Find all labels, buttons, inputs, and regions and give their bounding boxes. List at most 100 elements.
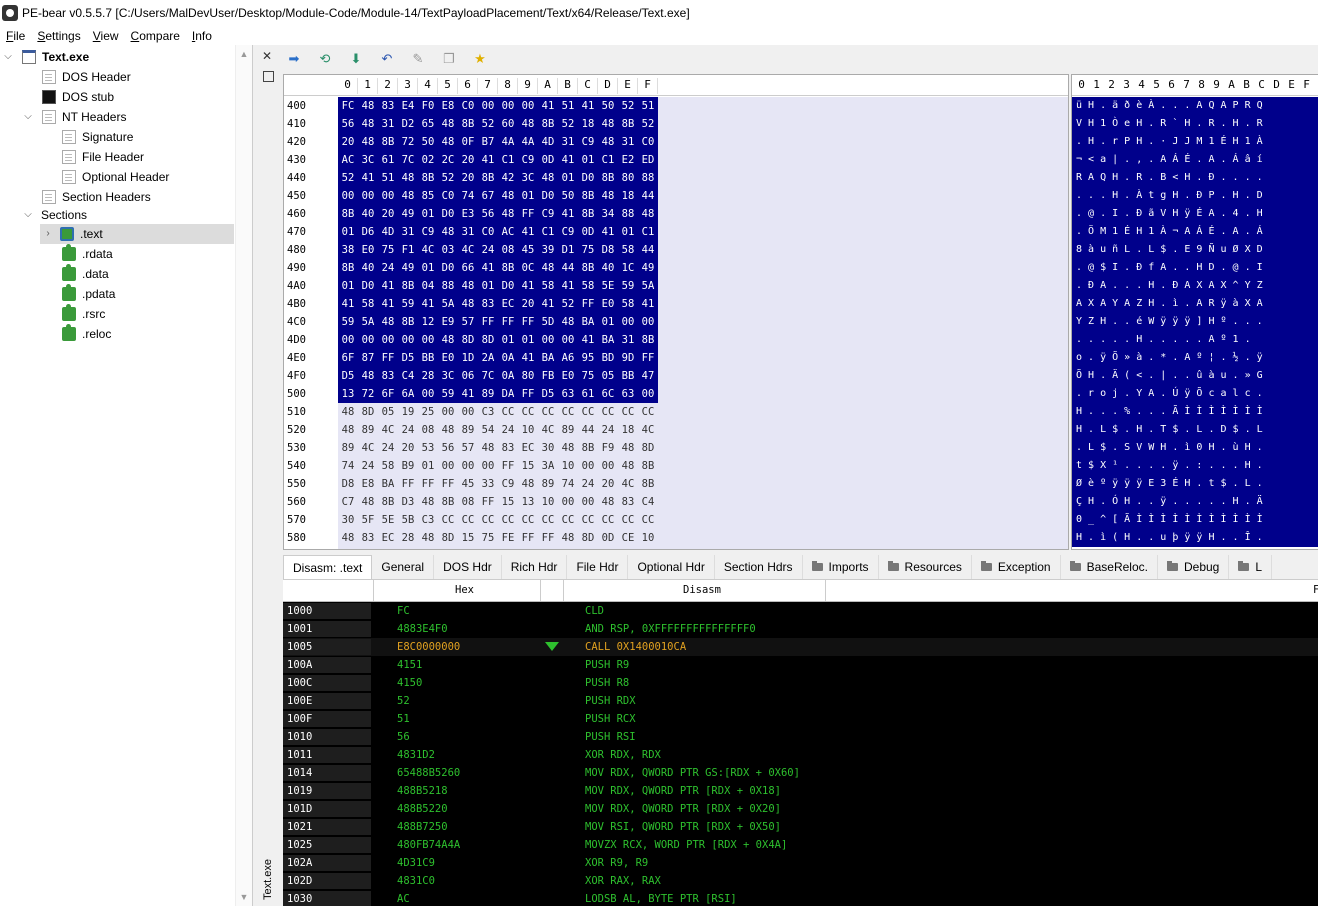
close-icon[interactable]: ✕ bbox=[262, 49, 272, 63]
hex-byte[interactable]: 83 bbox=[378, 367, 398, 385]
hex-byte[interactable]: 45 bbox=[518, 241, 538, 259]
hex-byte[interactable]: 6F bbox=[338, 349, 358, 367]
hex-byte[interactable]: 52 bbox=[558, 115, 578, 133]
hex-byte[interactable]: 8D bbox=[358, 403, 378, 421]
hex-byte[interactable]: 8D bbox=[438, 529, 458, 547]
ascii-row[interactable]: . Ö M 1 É H 1 À ¬ A Á É . A . Á bbox=[1072, 223, 1318, 241]
disasm-view[interactable]: Hex Disasm F 1000 FC CLD 1001 4883E4F0 AND RS… bbox=[283, 580, 1318, 906]
hex-byte[interactable]: CC bbox=[438, 511, 458, 529]
hex-byte[interactable]: 48 bbox=[498, 205, 518, 223]
hex-byte[interactable]: 18 bbox=[618, 187, 638, 205]
hex-row[interactable]: 4E0 6F 87 FF D5 BB E0 1D 2A 0A 41 BA A6 95 BD 9D FF bbox=[284, 349, 1068, 367]
tab-resources[interactable]: Resources bbox=[879, 555, 972, 579]
hex-byte[interactable]: 58 bbox=[618, 241, 638, 259]
scroll-down-icon[interactable]: ▼ bbox=[239, 892, 249, 902]
hex-byte[interactable]: 48 bbox=[358, 115, 378, 133]
hex-byte[interactable]: C1 bbox=[638, 223, 658, 241]
hex-byte[interactable]: 8B bbox=[538, 115, 558, 133]
hex-byte[interactable]: 8B bbox=[618, 115, 638, 133]
disasm-row[interactable]: 100E 52 PUSH RDX bbox=[283, 692, 1318, 710]
tab-dos-hdr[interactable]: DOS Hdr bbox=[434, 555, 502, 579]
hex-byte[interactable]: 58 bbox=[358, 295, 378, 313]
hex-byte[interactable]: CC bbox=[618, 511, 638, 529]
hex-byte[interactable]: 50 bbox=[558, 187, 578, 205]
hex-byte[interactable]: C0 bbox=[478, 223, 498, 241]
hex-row[interactable]: 430 AC 3C 61 7C 02 2C 20 41 C1 C9 0D 41 01 C1 E2 ED bbox=[284, 151, 1068, 169]
tab-optional-hdr[interactable]: Optional Hdr bbox=[628, 555, 715, 579]
hex-byte[interactable]: 7C bbox=[478, 367, 498, 385]
hex-byte[interactable]: 00 bbox=[358, 331, 378, 349]
hex-byte[interactable]: 8B bbox=[338, 205, 358, 223]
hex-byte[interactable]: 4A bbox=[498, 133, 518, 151]
hex-byte[interactable]: 00 bbox=[338, 187, 358, 205]
tree-section-rdata[interactable]: .rdata bbox=[62, 244, 113, 264]
hex-byte[interactable]: 52 bbox=[558, 295, 578, 313]
ascii-row[interactable]: o . ÿ Õ » à . * . A º ¦ . ½ . ÿ bbox=[1072, 349, 1318, 367]
hex-byte[interactable]: 61 bbox=[578, 385, 598, 403]
ascii-view[interactable]: 0123456789ABCDEF ü H . ä ð è À . . . A Q… bbox=[1071, 74, 1318, 550]
hex-byte[interactable]: 4D bbox=[378, 223, 398, 241]
disasm-row[interactable]: 1014 65488B5260 MOV RDX, QWORD PTR GS:[RDX… bbox=[283, 764, 1318, 782]
tree-item-dos-header[interactable]: DOS Header bbox=[42, 67, 131, 87]
hex-byte[interactable]: 41 bbox=[458, 385, 478, 403]
hex-byte[interactable]: D2 bbox=[398, 115, 418, 133]
hex-byte[interactable]: F1 bbox=[398, 241, 418, 259]
hex-byte[interactable]: 12 bbox=[418, 313, 438, 331]
hex-byte[interactable]: D0 bbox=[438, 259, 458, 277]
hex-byte[interactable]: 13 bbox=[518, 493, 538, 511]
hex-byte[interactable]: 54 bbox=[478, 421, 498, 439]
float-icon[interactable] bbox=[263, 71, 274, 82]
hex-byte[interactable]: C9 bbox=[538, 205, 558, 223]
hex-byte[interactable]: 48 bbox=[358, 367, 378, 385]
hex-byte[interactable]: D0 bbox=[578, 169, 598, 187]
hex-byte[interactable]: 52 bbox=[618, 97, 638, 115]
hex-byte[interactable]: FB bbox=[538, 367, 558, 385]
hex-byte[interactable]: 00 bbox=[498, 97, 518, 115]
hex-byte[interactable]: 00 bbox=[578, 457, 598, 475]
ascii-row[interactable]: . L $ . S V W H . ì 0 H . ù H . bbox=[1072, 439, 1318, 457]
hex-byte[interactable]: 00 bbox=[358, 187, 378, 205]
hex-byte[interactable]: 8B bbox=[498, 259, 518, 277]
hex-byte[interactable]: E0 bbox=[558, 367, 578, 385]
hex-byte[interactable]: 8D bbox=[458, 331, 478, 349]
tree-item-signature[interactable]: Signature bbox=[62, 127, 133, 147]
hex-byte[interactable]: 15 bbox=[498, 493, 518, 511]
hex-byte[interactable]: DA bbox=[498, 385, 518, 403]
hex-byte[interactable]: 48 bbox=[538, 169, 558, 187]
ascii-row[interactable]: 0 _ ^ [ Ã Ì Ì Ì Ì Ì Ì Ì Ì Ì Ì Ì bbox=[1072, 511, 1318, 529]
hex-byte[interactable]: D5 bbox=[338, 367, 358, 385]
hex-byte[interactable]: 89 bbox=[538, 475, 558, 493]
hex-byte[interactable]: 89 bbox=[338, 439, 358, 457]
ascii-row[interactable]: . Ð A . . . H . Ð A X A X ^ Y Z bbox=[1072, 277, 1318, 295]
hex-byte[interactable]: 20 bbox=[338, 133, 358, 151]
hex-byte[interactable]: 01 bbox=[578, 151, 598, 169]
hex-byte[interactable]: 01 bbox=[478, 277, 498, 295]
hex-byte[interactable]: 58 bbox=[618, 295, 638, 313]
hex-byte[interactable]: 41 bbox=[378, 277, 398, 295]
hex-byte[interactable]: CC bbox=[578, 403, 598, 421]
hex-byte[interactable]: AC bbox=[498, 223, 518, 241]
tree-item-file-header[interactable]: File Header bbox=[62, 147, 144, 167]
hex-byte[interactable]: 48 bbox=[458, 295, 478, 313]
hex-byte[interactable]: C3 bbox=[478, 403, 498, 421]
hex-byte[interactable]: 10 bbox=[638, 529, 658, 547]
hex-byte[interactable]: D8 bbox=[338, 475, 358, 493]
hex-byte[interactable]: 51 bbox=[638, 97, 658, 115]
disasm-row[interactable]: 1001 4883E4F0 AND RSP, 0XFFFFFFFFFFFFFFF0 bbox=[283, 620, 1318, 638]
hex-byte[interactable]: 3A bbox=[538, 457, 558, 475]
hex-byte[interactable]: 59 bbox=[398, 295, 418, 313]
hex-byte[interactable]: 88 bbox=[618, 205, 638, 223]
hex-byte[interactable]: 7C bbox=[398, 151, 418, 169]
star-icon[interactable]: ★ bbox=[469, 49, 491, 69]
hex-byte[interactable]: D1 bbox=[558, 241, 578, 259]
hex-byte[interactable]: 0F bbox=[458, 133, 478, 151]
hex-byte[interactable]: 2C bbox=[438, 151, 458, 169]
hex-byte[interactable]: BA bbox=[378, 475, 398, 493]
hex-byte[interactable]: E8 bbox=[358, 475, 378, 493]
hex-byte[interactable]: 31 bbox=[618, 133, 638, 151]
hex-byte[interactable]: BD bbox=[598, 349, 618, 367]
disasm-row[interactable]: 102D 4831C0 XOR RAX, RAX bbox=[283, 872, 1318, 890]
hex-byte[interactable]: 56 bbox=[338, 115, 358, 133]
hex-byte[interactable]: 00 bbox=[398, 331, 418, 349]
hex-byte[interactable]: 48 bbox=[438, 421, 458, 439]
